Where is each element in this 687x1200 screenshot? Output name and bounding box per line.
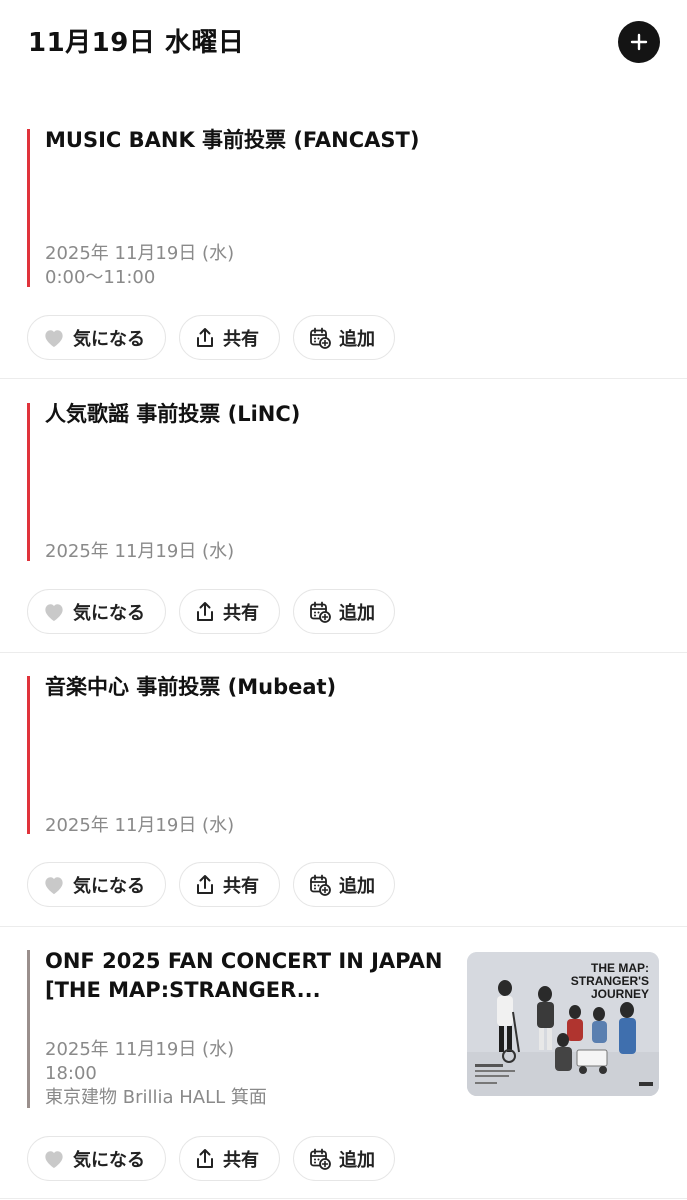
share-button[interactable]: 共有 xyxy=(179,1136,280,1181)
heart-icon xyxy=(45,329,63,347)
like-label: 気になる xyxy=(73,875,145,897)
share-button[interactable]: 共有 xyxy=(179,862,280,907)
event-actions: 気になる 共有 追加 xyxy=(27,1136,395,1181)
event-accent-bar xyxy=(27,129,30,287)
divider xyxy=(0,652,687,653)
share-icon xyxy=(197,874,213,894)
share-icon xyxy=(197,601,213,621)
date-title: 11月19日 水曜日 xyxy=(28,28,245,58)
event-accent-bar xyxy=(27,676,30,834)
add-label: 追加 xyxy=(339,875,375,897)
heart-icon xyxy=(45,876,63,894)
event-title: ONF 2025 FAN CONCERT IN JAPAN [THE MAP:S… xyxy=(45,949,443,1002)
heart-icon xyxy=(45,603,63,621)
divider xyxy=(0,378,687,379)
add-to-calendar-button[interactable]: 追加 xyxy=(293,315,395,360)
calendar-add-icon xyxy=(310,601,331,623)
calendar-add-icon xyxy=(310,874,331,896)
event-title: MUSIC BANK 事前投票 (FANCAST) xyxy=(45,128,420,152)
share-icon xyxy=(197,1148,213,1168)
event-title: 音楽中心 事前投票 (Mubeat) xyxy=(45,675,337,699)
divider xyxy=(0,926,687,927)
share-button[interactable]: 共有 xyxy=(179,589,280,634)
header: 11月19日 水曜日 xyxy=(0,0,687,90)
event-thumbnail[interactable]: THE MAP: STRANGER'S JOURNEY xyxy=(467,952,659,1096)
like-label: 気になる xyxy=(73,328,145,350)
add-label: 追加 xyxy=(339,602,375,624)
share-button[interactable]: 共有 xyxy=(179,315,280,360)
thumbnail-text: THE MAP: STRANGER'S JOURNEY xyxy=(570,961,649,1001)
heart-icon xyxy=(45,1150,63,1168)
calendar-add-icon xyxy=(310,1148,331,1170)
event-actions: 気になる 共有 追加 xyxy=(27,862,395,907)
share-label: 共有 xyxy=(223,328,259,350)
share-label: 共有 xyxy=(223,875,259,897)
share-label: 共有 xyxy=(223,1149,259,1171)
event-accent-bar xyxy=(27,950,30,1108)
event-time: 18:00 xyxy=(45,1063,97,1084)
like-label: 気になる xyxy=(73,602,145,624)
share-label: 共有 xyxy=(223,602,259,624)
event-date: 2025年 11月19日 (水) xyxy=(45,1039,235,1060)
divider xyxy=(0,1198,687,1199)
calendar-add-icon xyxy=(310,327,331,349)
event-date: 2025年 11月19日 (水) xyxy=(45,815,235,836)
add-to-calendar-button[interactable]: 追加 xyxy=(293,589,395,634)
plus-icon xyxy=(630,33,648,51)
event-actions: 気になる 共有 追加 xyxy=(27,589,395,634)
add-event-button[interactable] xyxy=(618,21,660,63)
event-title: 人気歌謡 事前投票 (LiNC) xyxy=(45,402,301,426)
share-icon xyxy=(197,327,213,347)
event-actions: 気になる 共有 追加 xyxy=(27,315,395,360)
add-to-calendar-button[interactable]: 追加 xyxy=(293,862,395,907)
event-date: 2025年 11月19日 (水) xyxy=(45,541,235,562)
like-button[interactable]: 気になる xyxy=(27,589,166,634)
like-label: 気になる xyxy=(73,1149,145,1171)
event-venue: 東京建物 Brillia HALL 箕面 xyxy=(45,1087,267,1108)
like-button[interactable]: 気になる xyxy=(27,862,166,907)
like-button[interactable]: 気になる xyxy=(27,1136,166,1181)
add-label: 追加 xyxy=(339,328,375,350)
event-date: 2025年 11月19日 (水) xyxy=(45,243,235,264)
like-button[interactable]: 気になる xyxy=(27,315,166,360)
event-accent-bar xyxy=(27,403,30,561)
add-label: 追加 xyxy=(339,1149,375,1171)
event-time: 0:00〜11:00 xyxy=(45,267,156,288)
add-to-calendar-button[interactable]: 追加 xyxy=(293,1136,395,1181)
